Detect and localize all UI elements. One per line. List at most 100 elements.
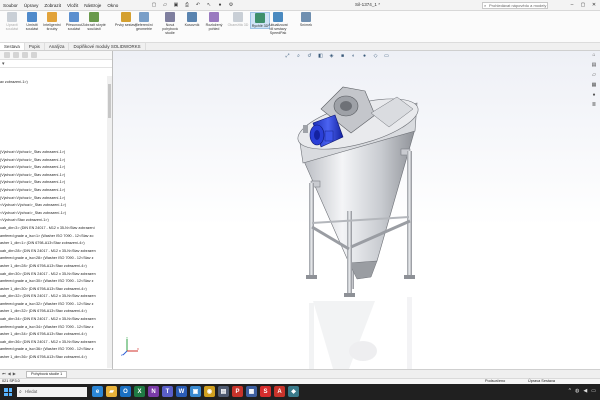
filter-icon[interactable]: ▾ bbox=[2, 61, 5, 67]
ribbon-button-4[interactable]: Zobrazit skryté součásti bbox=[82, 12, 106, 31]
tree-scrollbar-thumb[interactable] bbox=[108, 84, 111, 118]
tree-item[interactable]: <Výchozí<Výchozí>_Stav zobrazení-1>) bbox=[0, 210, 108, 218]
new-file-icon[interactable]: ▢ bbox=[150, 1, 158, 9]
ribbon-button-label: Kusovník bbox=[184, 23, 200, 27]
tree-item[interactable]: asher 1_din<1> (DIN 6798-A13<Stav zobraz… bbox=[0, 240, 108, 248]
tree-item[interactable]: <Výchozí<Výchozí>_Stav zobrazení-1>) bbox=[0, 202, 108, 210]
tree-item[interactable]: amfered grade a_iso<1> (Washer ISO 7090 … bbox=[0, 233, 108, 241]
chevron-up-icon[interactable]: ^ bbox=[569, 388, 571, 394]
taskbar-search-placeholder: Hledat bbox=[25, 389, 38, 394]
excel-icon[interactable]: X bbox=[134, 386, 145, 397]
ribbon-button-13[interactable]: Snímek bbox=[296, 12, 316, 27]
tree-item[interactable]: asher 1_din<30> (DIN 6798-A13<Stav zobra… bbox=[0, 286, 108, 294]
menu-item-window[interactable]: Okno bbox=[104, 2, 121, 9]
pdf-icon[interactable]: P bbox=[232, 386, 243, 397]
graphics-viewport[interactable]: ⤢ ⌕ ↺ ◧ ◈ ■ ◐ ● ◇ ▭ ⌂ ▤ ▱ ▦ ● ≣ Y X Z bbox=[113, 51, 600, 369]
network-icon[interactable]: ◍ bbox=[575, 388, 579, 394]
volume-icon[interactable]: ◀ bbox=[583, 388, 587, 394]
options-icon[interactable]: ⚙ bbox=[227, 1, 235, 9]
app2-icon[interactable]: ◆ bbox=[288, 386, 299, 397]
solidworks-icon[interactable]: S bbox=[260, 386, 271, 397]
tree-header-item[interactable]: av zobrazení-1>) bbox=[0, 79, 28, 85]
tab-assembly[interactable]: Sestava bbox=[0, 43, 25, 50]
tree-item[interactable]: (Výchozí<Výchozí>_Stav zobrazení-1>) bbox=[0, 164, 108, 172]
undo-icon[interactable]: ↶ bbox=[194, 1, 202, 9]
insert-component-icon bbox=[27, 12, 37, 22]
tree-item[interactable]: asher 1_din<28> (DIN 6798-A13<Stav zobra… bbox=[0, 263, 108, 271]
tab-motion-study[interactable]: Pohybová studie 1 bbox=[26, 371, 68, 378]
acrobat-icon[interactable]: A bbox=[274, 386, 285, 397]
tree-item[interactable]: amfered grade a_iso<36> (Washer ISO 7090… bbox=[0, 346, 108, 354]
ribbon-button-12[interactable]: Aktualizovat díl sestavy SpeedPak bbox=[268, 12, 288, 35]
tree-item[interactable]: uab_din<28> (DIN EN 24017 - M12 x 35-N<S… bbox=[0, 248, 108, 256]
menu-item-insert[interactable]: Vložit bbox=[64, 2, 81, 9]
feature-tree-tab-icon[interactable] bbox=[4, 52, 10, 58]
tree-item[interactable]: uab_din<36> (DIN EN 24017 - M12 x 35-N<S… bbox=[0, 339, 108, 347]
taskbar-search-input[interactable]: ⌕ Hledat bbox=[17, 387, 87, 397]
tree-item[interactable]: asher 1_din<36> (DIN 6798-A13<Stav zobra… bbox=[0, 354, 108, 362]
save-icon[interactable]: ▣ bbox=[172, 1, 180, 9]
file-explorer-icon[interactable]: ▰ bbox=[106, 386, 117, 397]
ribbon-button-3[interactable]: Přesunout součást bbox=[64, 12, 84, 31]
close-icon[interactable]: ✕ bbox=[590, 1, 598, 9]
rebuild-icon[interactable]: ● bbox=[216, 1, 224, 9]
notification-icon[interactable]: ▭ bbox=[591, 388, 596, 394]
tree-item[interactable]: (Výchozí<Výchozí>_Stav zobrazení-1>) bbox=[0, 179, 108, 187]
next-tab-icon[interactable]: ▶ bbox=[13, 371, 16, 376]
dim-xpert-tab-icon[interactable] bbox=[31, 52, 37, 58]
windows-start-icon[interactable] bbox=[4, 388, 12, 396]
tree-item[interactable]: amfered grade a_iso<34> (Washer ISO 7090… bbox=[0, 324, 108, 332]
tree-item[interactable]: (Výchozí<Výchozí>_Stav zobrazení-1>) bbox=[0, 157, 108, 165]
ribbon-button-9[interactable]: Rozložený pohled bbox=[204, 12, 224, 31]
ribbon-button-2[interactable]: Inteligentní šrouby bbox=[42, 12, 62, 31]
tree-item[interactable]: asher 1_din<34> (DIN 6798-A13<Stav zobra… bbox=[0, 331, 108, 339]
open-file-icon[interactable]: ▱ bbox=[161, 1, 169, 9]
ribbon-button-6[interactable]: Referenční geometrie bbox=[134, 12, 154, 31]
tree-item[interactable]: (Výchozí<Výchozí>_Stav zobrazení-1>) bbox=[0, 187, 108, 195]
tree-item[interactable]: <Výchozí<Stav zobrazení-1>) bbox=[0, 217, 108, 225]
silo-3d-model[interactable] bbox=[113, 51, 600, 369]
ribbon-button-0[interactable]: Upravit součást bbox=[2, 12, 22, 31]
ribbon-button-7[interactable]: Nová pohybová studie bbox=[160, 12, 180, 35]
first-tab-icon[interactable]: ⏮ bbox=[2, 371, 6, 376]
property-manager-tab-icon[interactable] bbox=[13, 52, 19, 58]
ribbon-button-8[interactable]: Kusovník bbox=[182, 12, 202, 27]
tab-analysis[interactable]: Analýza bbox=[45, 43, 70, 50]
tree-scrollbar[interactable] bbox=[107, 76, 112, 368]
tree-item[interactable]: (Výchozí<Výchozí>_Stav zobrazení-1>) bbox=[0, 195, 108, 203]
tree-item[interactable]: uab_din<32> (DIN EN 24017 - M12 x 35-N<S… bbox=[0, 293, 108, 301]
config-manager-tab-icon[interactable] bbox=[22, 52, 28, 58]
menu-item-file[interactable]: Soubor bbox=[0, 2, 21, 9]
prev-tab-icon[interactable]: ◀ bbox=[8, 371, 11, 376]
tree-item[interactable]: amfered grade a_iso<30> (Washer ISO 7090… bbox=[0, 278, 108, 286]
onenote-icon[interactable]: N bbox=[148, 386, 159, 397]
help-search-input[interactable]: ⌕ Prohledávat nápovědu a modely bbox=[482, 2, 548, 9]
select-icon[interactable]: ↖ bbox=[205, 1, 213, 9]
menu-item-tools[interactable]: Nástroje bbox=[81, 2, 104, 9]
maximize-icon[interactable]: ▢ bbox=[579, 1, 587, 9]
tree-item[interactable]: uab_din<30> (DIN EN 24017 - M12 x 35-N<S… bbox=[0, 271, 108, 279]
tree-item[interactable]: (Výchozí<Výchozí>_Stav zobrazení-1>) bbox=[0, 172, 108, 180]
word-icon[interactable]: W bbox=[176, 386, 187, 397]
ribbon-button-10[interactable]: Okamžitá 3D bbox=[228, 12, 248, 27]
edge-icon[interactable]: e bbox=[92, 386, 103, 397]
tree-item[interactable]: uab_din<3> (DIN EN 24017 - M12 x 35-N<St… bbox=[0, 225, 108, 233]
outlook-icon[interactable]: O bbox=[120, 386, 131, 397]
tab-sketch[interactable]: Popis bbox=[25, 43, 45, 50]
tree-item[interactable]: (Výchozí<Výchozí>_Stav zobrazení-1>) bbox=[0, 149, 108, 157]
tree-item[interactable]: amfered grade a_iso<28> (Washer ISO 7090… bbox=[0, 255, 108, 263]
tab-addins[interactable]: Doplňkové moduly SOLIDWORKS bbox=[69, 43, 146, 50]
tree-item[interactable]: asher 1_din<32> (DIN 6798-A13<Stav zobra… bbox=[0, 308, 108, 316]
tree-item[interactable]: uab_din<34> (DIN EN 24017 - M12 x 35-N<S… bbox=[0, 316, 108, 324]
chrome-icon[interactable]: ◉ bbox=[204, 386, 215, 397]
store-icon[interactable]: ▤ bbox=[218, 386, 229, 397]
minimize-icon[interactable]: – bbox=[568, 1, 576, 9]
menu-item-edit[interactable]: Úpravy bbox=[21, 2, 42, 9]
menu-item-view[interactable]: Zobrazit bbox=[41, 2, 64, 9]
print-icon[interactable]: ⎙ bbox=[183, 1, 191, 9]
teams-icon[interactable]: T bbox=[162, 386, 173, 397]
ribbon-button-1[interactable]: Umístit součást bbox=[22, 12, 42, 31]
app-icon[interactable]: ▦ bbox=[246, 386, 257, 397]
tree-item[interactable]: amfered grade a_iso<32> (Washer ISO 7090… bbox=[0, 301, 108, 309]
photos-icon[interactable]: ▣ bbox=[190, 386, 201, 397]
